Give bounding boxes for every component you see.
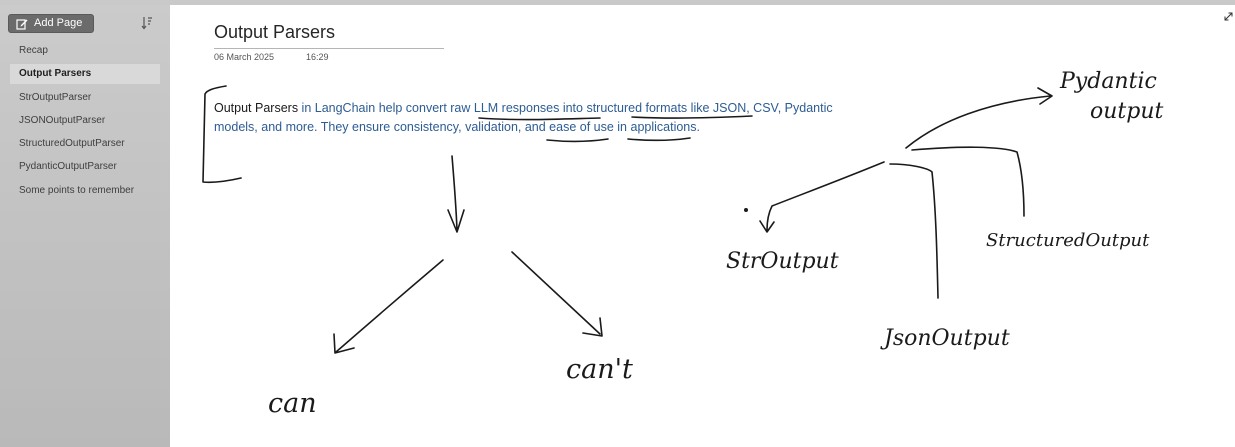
- ink-dot: [743, 208, 748, 213]
- handwritten-pydantic: Pydantic: [1059, 69, 1157, 94]
- ink-arrow-can: [333, 259, 444, 354]
- ink-arrow-cant: [511, 251, 603, 337]
- ink-layer: can can't StrOutput JsonOutput Structure…: [202, 69, 1164, 419]
- handwritten-cant: can't: [566, 354, 633, 385]
- handwritten-can: can: [268, 388, 317, 419]
- ink-underline-consistency: [546, 138, 609, 143]
- ink-arrow-stroutput: [759, 161, 885, 233]
- handwritten-output: output: [1090, 99, 1164, 124]
- ink-underline-raw-llm: [478, 117, 601, 121]
- ink-underline-structured: [631, 115, 753, 119]
- ink-arrow-pydantic: [905, 87, 1053, 149]
- ink-down-arrow: [447, 155, 465, 233]
- ink-branch-structured: [911, 146, 1025, 217]
- ink-underline-validation: [627, 137, 691, 142]
- ink-branch-json: [889, 163, 939, 299]
- handwritten-jsonoutput: JsonOutput: [880, 326, 1010, 351]
- ink-bracket: [202, 85, 242, 184]
- handwritten-stroutput: StrOutput: [726, 249, 839, 274]
- handwritten-structuredoutput: StructuredOutput: [986, 230, 1150, 251]
